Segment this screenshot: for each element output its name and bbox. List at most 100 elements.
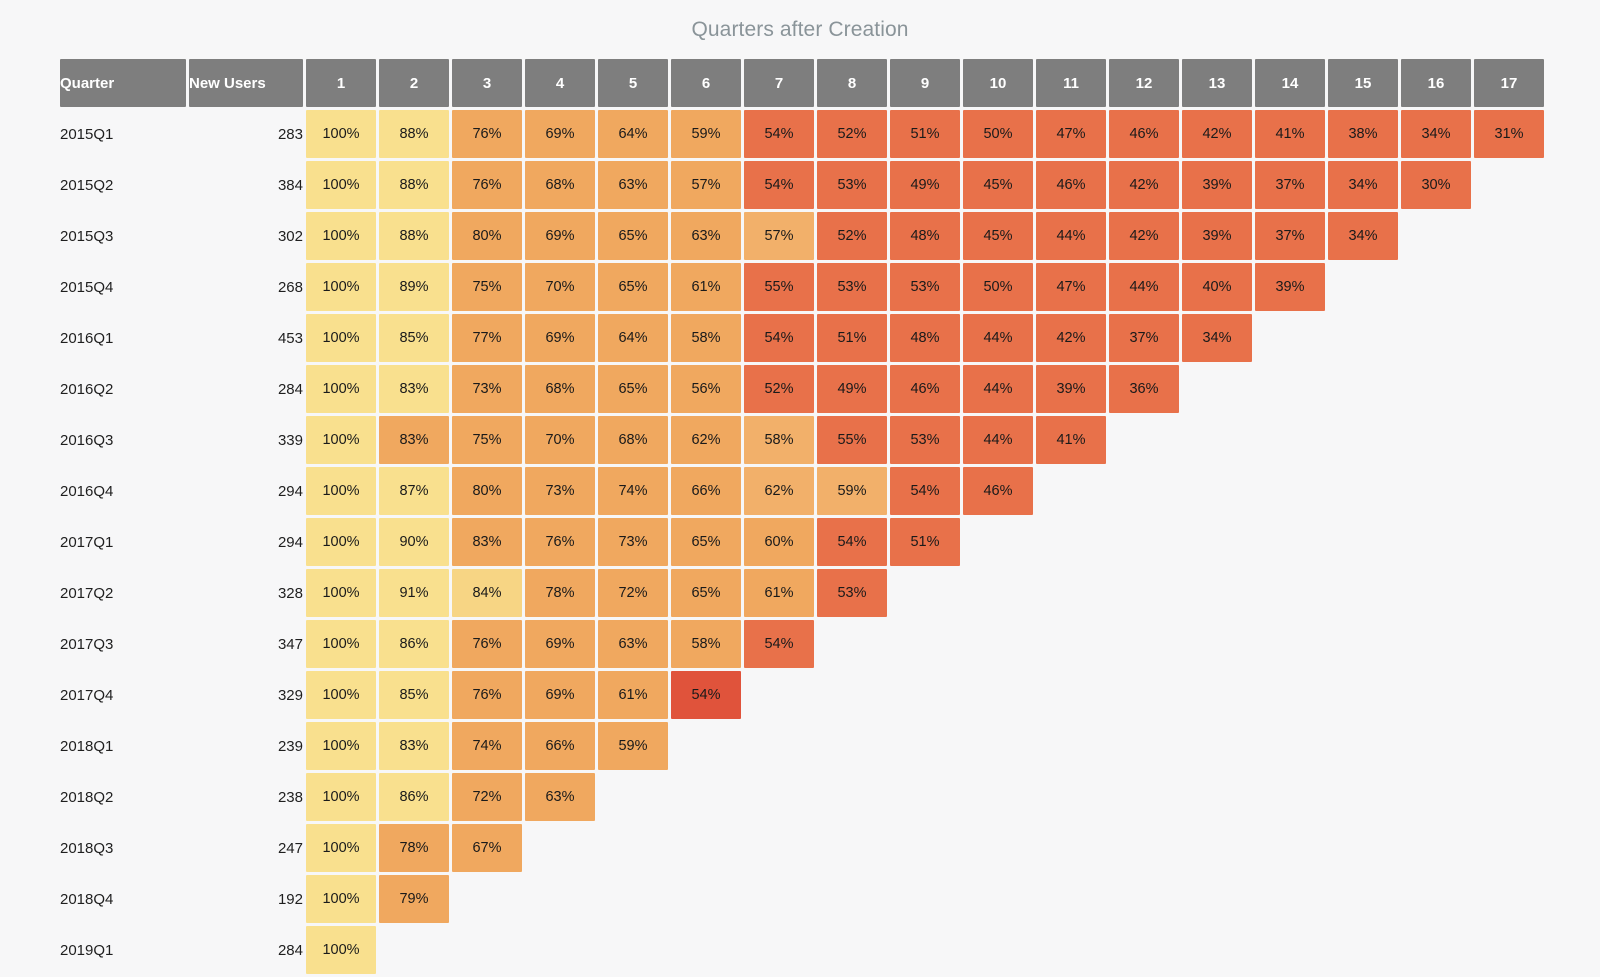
heatmap-cell[interactable]: 66% [671, 467, 741, 515]
heatmap-cell[interactable]: 53% [890, 416, 960, 464]
heatmap-cell[interactable]: 100% [306, 824, 376, 872]
heatmap-cell[interactable]: 76% [452, 110, 522, 158]
heatmap-cell[interactable]: 57% [744, 212, 814, 260]
heatmap-cell[interactable]: 37% [1255, 212, 1325, 260]
heatmap-cell[interactable]: 44% [963, 365, 1033, 413]
heatmap-cell[interactable]: 51% [890, 518, 960, 566]
heatmap-cell[interactable]: 51% [817, 314, 887, 362]
heatmap-cell[interactable]: 73% [598, 518, 668, 566]
heatmap-cell[interactable]: 100% [306, 161, 376, 209]
heatmap-cell[interactable]: 54% [890, 467, 960, 515]
heatmap-cell[interactable]: 85% [379, 314, 449, 362]
heatmap-cell[interactable]: 39% [1036, 365, 1106, 413]
heatmap-cell[interactable]: 48% [890, 212, 960, 260]
heatmap-cell[interactable]: 86% [379, 773, 449, 821]
column-header-period-1[interactable]: 1 [306, 59, 376, 107]
column-header-period-9[interactable]: 9 [890, 59, 960, 107]
heatmap-cell[interactable]: 65% [598, 212, 668, 260]
heatmap-cell[interactable]: 88% [379, 212, 449, 260]
column-header-period-14[interactable]: 14 [1255, 59, 1325, 107]
heatmap-cell[interactable]: 88% [379, 110, 449, 158]
heatmap-cell[interactable]: 62% [671, 416, 741, 464]
heatmap-cell[interactable]: 41% [1255, 110, 1325, 158]
heatmap-cell[interactable]: 65% [598, 263, 668, 311]
column-header-period-16[interactable]: 16 [1401, 59, 1471, 107]
heatmap-cell[interactable]: 88% [379, 161, 449, 209]
heatmap-cell[interactable]: 100% [306, 314, 376, 362]
heatmap-cell[interactable]: 40% [1182, 263, 1252, 311]
heatmap-cell[interactable]: 72% [598, 569, 668, 617]
heatmap-cell[interactable]: 61% [598, 671, 668, 719]
heatmap-cell[interactable]: 65% [671, 569, 741, 617]
heatmap-cell[interactable]: 44% [1109, 263, 1179, 311]
heatmap-cell[interactable]: 53% [817, 569, 887, 617]
heatmap-cell[interactable]: 78% [525, 569, 595, 617]
heatmap-cell[interactable]: 34% [1182, 314, 1252, 362]
heatmap-cell[interactable]: 100% [306, 467, 376, 515]
heatmap-cell[interactable]: 86% [379, 620, 449, 668]
heatmap-cell[interactable]: 52% [817, 110, 887, 158]
heatmap-cell[interactable]: 46% [1109, 110, 1179, 158]
heatmap-cell[interactable]: 46% [1036, 161, 1106, 209]
heatmap-cell[interactable]: 83% [379, 416, 449, 464]
heatmap-cell[interactable]: 42% [1036, 314, 1106, 362]
heatmap-cell[interactable]: 54% [817, 518, 887, 566]
column-header-period-11[interactable]: 11 [1036, 59, 1106, 107]
heatmap-cell[interactable]: 100% [306, 671, 376, 719]
heatmap-cell[interactable]: 67% [452, 824, 522, 872]
column-header-period-13[interactable]: 13 [1182, 59, 1252, 107]
heatmap-cell[interactable]: 49% [890, 161, 960, 209]
heatmap-cell[interactable]: 73% [452, 365, 522, 413]
heatmap-cell[interactable]: 77% [452, 314, 522, 362]
heatmap-cell[interactable]: 66% [525, 722, 595, 770]
heatmap-cell[interactable]: 53% [817, 263, 887, 311]
heatmap-cell[interactable]: 64% [598, 110, 668, 158]
heatmap-cell[interactable]: 100% [306, 926, 376, 974]
heatmap-cell[interactable]: 46% [963, 467, 1033, 515]
heatmap-cell[interactable]: 80% [452, 467, 522, 515]
heatmap-cell[interactable]: 76% [525, 518, 595, 566]
heatmap-cell[interactable]: 34% [1328, 161, 1398, 209]
heatmap-cell[interactable]: 83% [452, 518, 522, 566]
column-header-period-10[interactable]: 10 [963, 59, 1033, 107]
heatmap-cell[interactable]: 52% [817, 212, 887, 260]
heatmap-cell[interactable]: 50% [963, 110, 1033, 158]
heatmap-cell[interactable]: 100% [306, 416, 376, 464]
heatmap-cell[interactable]: 76% [452, 161, 522, 209]
heatmap-cell[interactable]: 42% [1109, 212, 1179, 260]
heatmap-cell[interactable]: 91% [379, 569, 449, 617]
heatmap-cell[interactable]: 76% [452, 620, 522, 668]
heatmap-cell[interactable]: 100% [306, 722, 376, 770]
heatmap-cell[interactable]: 65% [598, 365, 668, 413]
column-header-new-users[interactable]: New Users [189, 59, 303, 107]
heatmap-cell[interactable]: 63% [598, 161, 668, 209]
heatmap-cell[interactable]: 70% [525, 416, 595, 464]
heatmap-cell[interactable]: 34% [1401, 110, 1471, 158]
heatmap-cell[interactable]: 39% [1182, 212, 1252, 260]
heatmap-cell[interactable]: 89% [379, 263, 449, 311]
heatmap-cell[interactable]: 69% [525, 110, 595, 158]
heatmap-cell[interactable]: 100% [306, 773, 376, 821]
heatmap-cell[interactable]: 85% [379, 671, 449, 719]
heatmap-cell[interactable]: 100% [306, 110, 376, 158]
column-header-period-2[interactable]: 2 [379, 59, 449, 107]
heatmap-cell[interactable]: 44% [963, 416, 1033, 464]
heatmap-cell[interactable]: 69% [525, 314, 595, 362]
heatmap-cell[interactable]: 63% [671, 212, 741, 260]
heatmap-cell[interactable]: 36% [1109, 365, 1179, 413]
heatmap-cell[interactable]: 34% [1328, 212, 1398, 260]
heatmap-cell[interactable]: 74% [452, 722, 522, 770]
heatmap-cell[interactable]: 37% [1109, 314, 1179, 362]
heatmap-cell[interactable]: 54% [744, 620, 814, 668]
heatmap-cell[interactable]: 68% [525, 365, 595, 413]
heatmap-cell[interactable]: 100% [306, 569, 376, 617]
heatmap-cell[interactable]: 55% [744, 263, 814, 311]
heatmap-cell[interactable]: 65% [671, 518, 741, 566]
heatmap-cell[interactable]: 69% [525, 671, 595, 719]
heatmap-cell[interactable]: 54% [744, 314, 814, 362]
heatmap-cell[interactable]: 54% [744, 110, 814, 158]
heatmap-cell[interactable]: 69% [525, 620, 595, 668]
heatmap-cell[interactable]: 38% [1328, 110, 1398, 158]
heatmap-cell[interactable]: 56% [671, 365, 741, 413]
heatmap-cell[interactable]: 100% [306, 518, 376, 566]
